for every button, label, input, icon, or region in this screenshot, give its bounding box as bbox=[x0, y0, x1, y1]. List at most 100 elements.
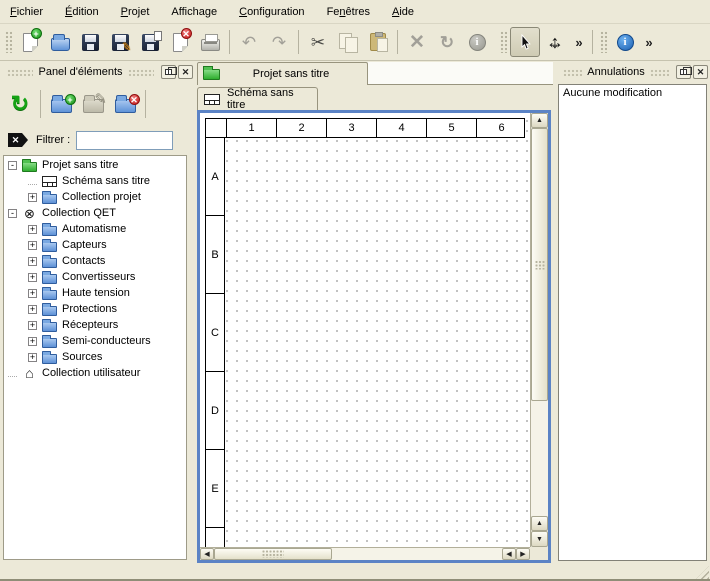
tree-expander[interactable]: + bbox=[28, 305, 37, 314]
cut-button[interactable]: ✂ bbox=[303, 27, 333, 57]
rotate-button[interactable]: ↻ bbox=[432, 27, 462, 57]
edit-category-button[interactable]: ✎ bbox=[77, 88, 109, 120]
save-button[interactable] bbox=[75, 27, 105, 57]
tree-item[interactable]: Schéma sans titre bbox=[4, 173, 186, 189]
new-category-button[interactable]: + bbox=[45, 88, 77, 120]
menu-item[interactable]: Fenêtres bbox=[319, 3, 378, 21]
tree-item-icon bbox=[42, 242, 57, 252]
save-as-button[interactable]: ✎ bbox=[105, 27, 135, 57]
tree-expander[interactable]: + bbox=[28, 321, 37, 330]
filter-input[interactable] bbox=[76, 131, 173, 150]
tree-item[interactable]: + Collection projet bbox=[4, 189, 186, 205]
tree-item[interactable]: + Automatisme bbox=[4, 221, 186, 237]
vertical-scrollbar[interactable]: ▲ ▲ ▼ bbox=[530, 113, 548, 547]
close-file-button[interactable]: ✕ bbox=[165, 27, 195, 57]
scroll-down-button[interactable]: ▼ bbox=[531, 531, 548, 547]
vertical-scroll-thumb[interactable] bbox=[531, 128, 548, 401]
toolbar-overflow-button[interactable]: » bbox=[570, 27, 588, 57]
save-all-button[interactable] bbox=[135, 27, 165, 57]
paste-button[interactable] bbox=[363, 27, 393, 57]
scroll-up-button[interactable]: ▲ bbox=[531, 516, 548, 531]
tree-expander[interactable]: + bbox=[28, 241, 37, 250]
tree-expander[interactable] bbox=[8, 376, 17, 377]
tree-item-label: Projet sans titre bbox=[41, 159, 118, 171]
elements-tree[interactable]: - Projet sans titre Schéma sans titre + … bbox=[3, 155, 187, 560]
copy-button[interactable] bbox=[333, 27, 363, 57]
undo-history-list[interactable]: Aucune modification bbox=[558, 84, 707, 561]
menu-item[interactable]: Projet bbox=[113, 3, 158, 21]
undo-panel-titlebar[interactable]: Annulations ✕ bbox=[558, 63, 708, 81]
tree-item-label: Contacts bbox=[61, 255, 105, 267]
tree-expander[interactable]: + bbox=[28, 273, 37, 282]
dock-close-button[interactable]: ✕ bbox=[178, 65, 193, 79]
copy-icon bbox=[339, 33, 357, 52]
tree-item[interactable]: + Semi-conducteurs bbox=[4, 333, 186, 349]
horizontal-scrollbar[interactable]: ◀ ◀ ▶ bbox=[200, 547, 530, 560]
tree-expander[interactable]: + bbox=[28, 225, 37, 234]
tree-item[interactable]: + Convertisseurs bbox=[4, 269, 186, 285]
tree-item[interactable]: ⌂ Collection utilisateur bbox=[4, 365, 186, 381]
close-icon: ✕ bbox=[182, 67, 190, 78]
tree-expander[interactable]: + bbox=[28, 353, 37, 362]
menu-item[interactable]: Édition bbox=[57, 3, 107, 21]
reload-collections-button[interactable]: ↻ bbox=[4, 88, 36, 120]
tree-expander[interactable]: + bbox=[28, 257, 37, 266]
scroll-left-button[interactable]: ◀ bbox=[502, 548, 516, 560]
toolbar-drag-handle[interactable] bbox=[600, 31, 607, 53]
selection-mode-button[interactable] bbox=[510, 27, 540, 57]
toolbar-drag-handle[interactable] bbox=[500, 31, 507, 53]
scrollbar-corner bbox=[530, 547, 548, 560]
toolbar-overflow-button[interactable]: » bbox=[640, 27, 658, 57]
tree-item[interactable]: + Protections bbox=[4, 301, 186, 317]
tree-expander[interactable]: + bbox=[28, 337, 37, 346]
tree-item-icon bbox=[42, 274, 57, 284]
column-label: 1 bbox=[226, 119, 276, 137]
tree-item[interactable]: - Projet sans titre bbox=[4, 157, 186, 173]
menu-item[interactable]: Aide bbox=[384, 3, 422, 21]
drawing-canvas[interactable]: 1 2 3 4 5 6 A B bbox=[200, 113, 530, 547]
print-button[interactable] bbox=[195, 27, 225, 57]
tree-item-label: Semi-conducteurs bbox=[61, 335, 151, 347]
tree-item[interactable]: + Haute tension bbox=[4, 285, 186, 301]
menu-item[interactable]: Configuration bbox=[231, 3, 312, 21]
tree-item[interactable]: + Récepteurs bbox=[4, 317, 186, 333]
scroll-right-button[interactable]: ▶ bbox=[516, 548, 530, 560]
tree-expander[interactable]: - bbox=[8, 161, 17, 170]
scroll-up-button[interactable]: ▲ bbox=[531, 113, 548, 128]
undo-button[interactable]: ↶ bbox=[234, 27, 264, 57]
tree-item-label: Convertisseurs bbox=[61, 271, 135, 283]
open-folder-icon bbox=[51, 38, 70, 51]
tab-project[interactable]: Projet sans titre bbox=[197, 62, 368, 85]
scroll-left-button[interactable]: ◀ bbox=[200, 548, 214, 560]
tab-schema[interactable]: Schéma sans titre bbox=[197, 87, 318, 110]
dock-float-button[interactable] bbox=[161, 65, 176, 79]
redo-button[interactable]: ↷ bbox=[264, 27, 294, 57]
tree-expander[interactable]: + bbox=[28, 193, 37, 202]
tree-item[interactable]: + Sources bbox=[4, 349, 186, 365]
menu-item[interactable]: Fichier bbox=[2, 3, 51, 21]
clear-filter-button[interactable]: ✕ bbox=[8, 133, 28, 147]
tree-item[interactable]: - ⊗ Collection QET bbox=[4, 205, 186, 221]
menu-item[interactable]: Affichage bbox=[163, 3, 225, 21]
open-project-button[interactable] bbox=[45, 27, 75, 57]
delete-category-button[interactable]: ✕ bbox=[109, 88, 141, 120]
dock-close-button[interactable]: ✕ bbox=[693, 65, 708, 79]
tree-expander[interactable]: - bbox=[8, 209, 17, 218]
tree-item-label: Collection utilisateur bbox=[41, 367, 140, 379]
undo-list-item[interactable]: Aucune modification bbox=[563, 87, 702, 99]
new-project-button[interactable]: + bbox=[15, 27, 45, 57]
tree-expander[interactable]: + bbox=[28, 289, 37, 298]
about-info-button[interactable]: i bbox=[610, 27, 640, 57]
tree-item[interactable]: + Contacts bbox=[4, 253, 186, 269]
element-info-button[interactable]: i bbox=[462, 27, 492, 57]
dock-float-button[interactable] bbox=[676, 65, 691, 79]
tree-item[interactable]: + Capteurs bbox=[4, 237, 186, 253]
window-resize-grip[interactable] bbox=[696, 566, 709, 579]
save-icon bbox=[82, 34, 99, 51]
toolbar-drag-handle[interactable] bbox=[5, 31, 12, 53]
horizontal-scroll-thumb[interactable] bbox=[214, 548, 332, 560]
tree-expander[interactable] bbox=[28, 184, 37, 185]
delete-button[interactable]: ✕ bbox=[402, 27, 432, 57]
pan-mode-button[interactable]: ↔↕ bbox=[540, 27, 570, 57]
elements-panel-titlebar[interactable]: Panel d'éléments ✕ bbox=[2, 63, 193, 81]
